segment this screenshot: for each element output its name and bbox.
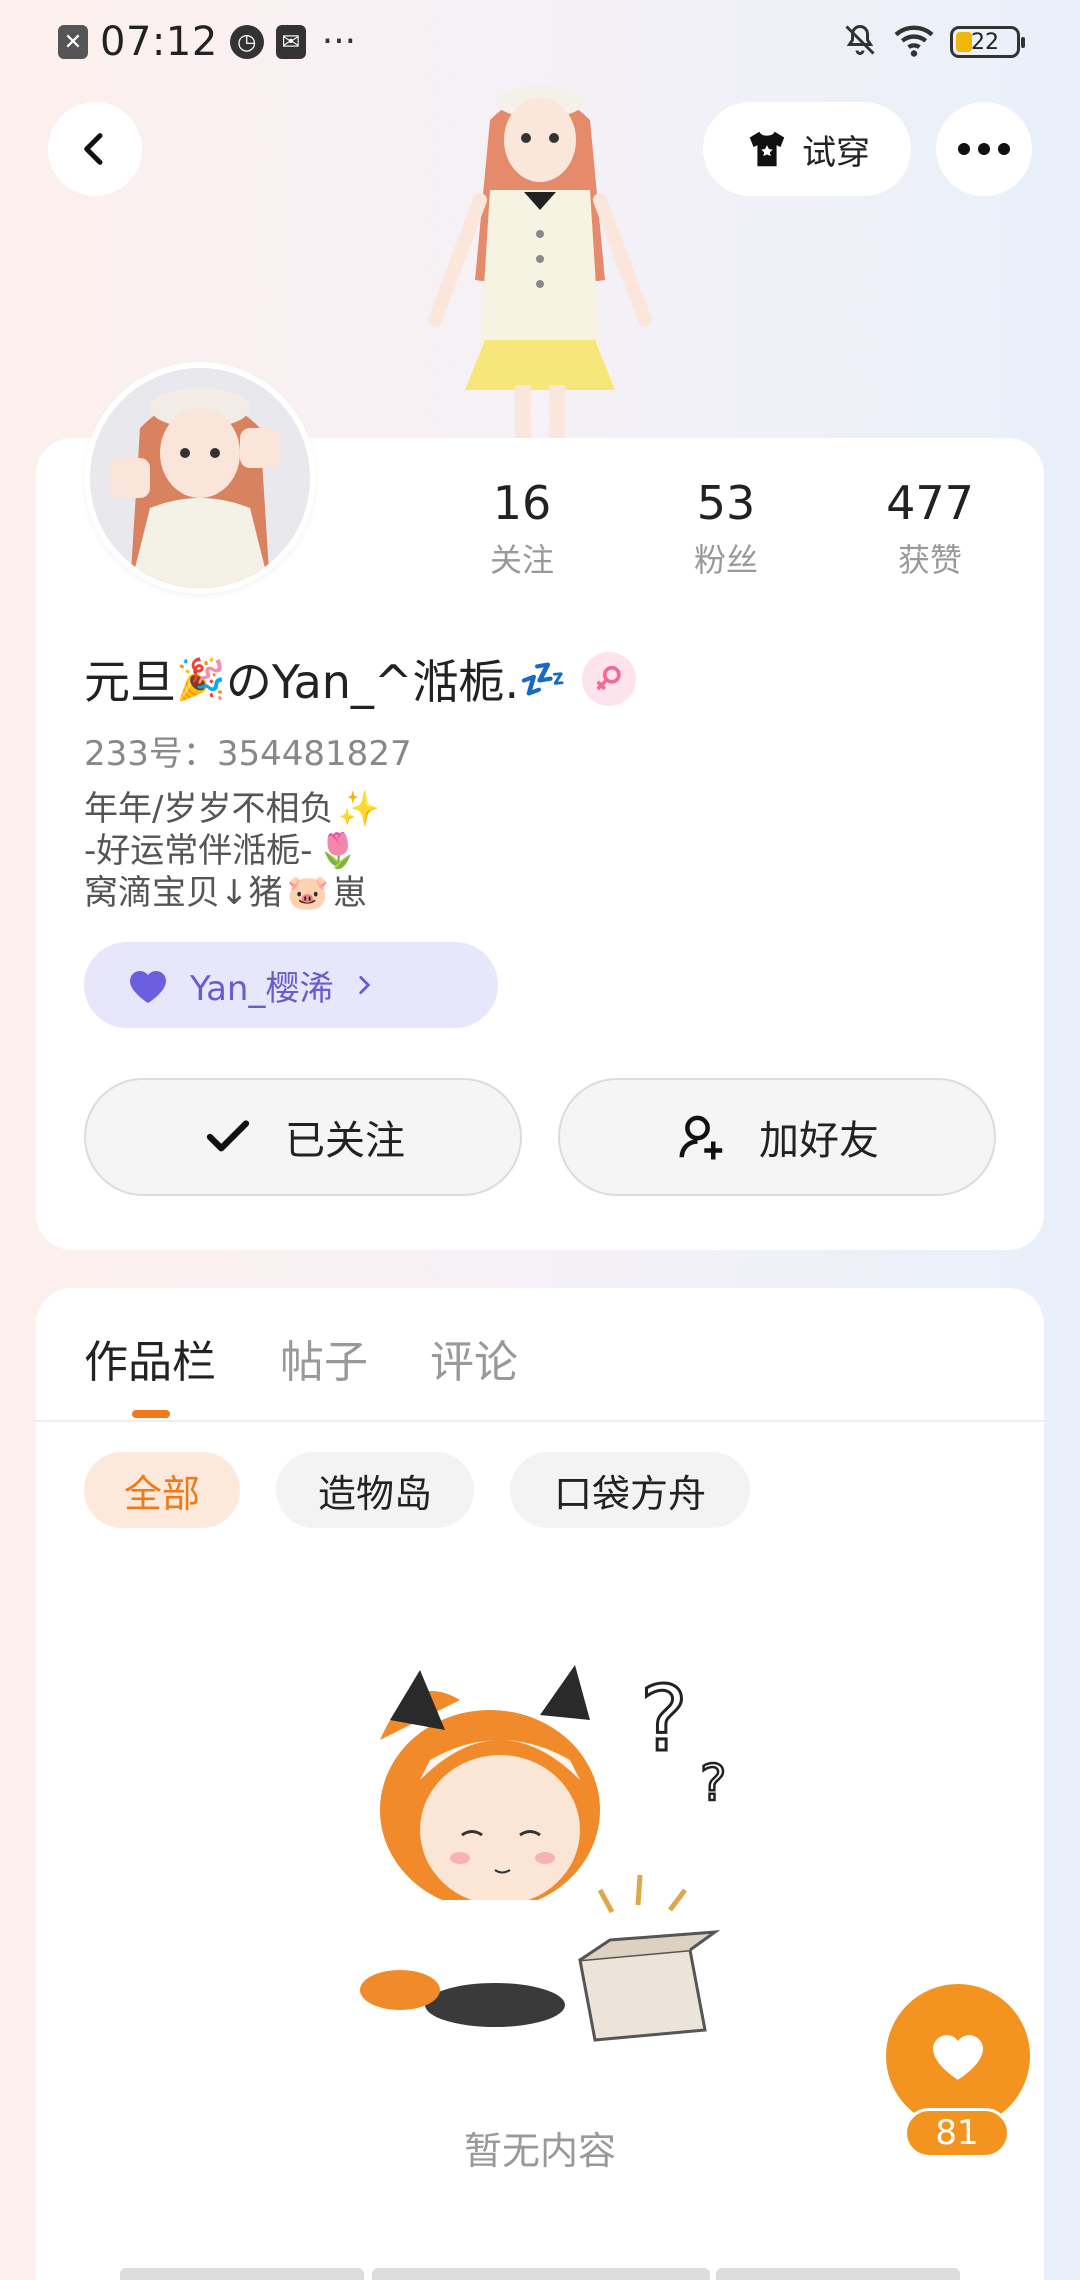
bottom-thumbnail-3 — [716, 2268, 960, 2280]
filter-chip-all[interactable]: 全部 — [84, 1452, 240, 1528]
status-time: 07:12 — [100, 19, 218, 65]
tab-posts[interactable]: 帖子 — [280, 1326, 368, 1390]
status-bar: ✕ 07:12 ◷ ✉ ··· 22 — [0, 0, 1080, 84]
more-notifications-icon: ··· — [321, 21, 357, 62]
check-icon — [206, 1120, 250, 1152]
chevron-left-icon — [84, 133, 103, 165]
likes-received-count: 477 — [886, 476, 974, 530]
battery-icon: 22 — [950, 26, 1025, 58]
group-tag-label: Yan_樱浠 — [190, 968, 334, 1009]
wifi-icon — [892, 22, 936, 62]
following-count: 16 — [492, 476, 552, 530]
followed-label: 已关注 — [285, 1118, 405, 1164]
pig-icon: 🐷 — [286, 873, 329, 913]
avatar[interactable] — [84, 362, 316, 594]
stat-likes[interactable]: 477 获赞 — [860, 478, 1000, 581]
followed-button[interactable]: 已关注 — [84, 1078, 522, 1196]
likes-received-label: 获赞 — [897, 540, 962, 579]
group-tag-button[interactable]: Yan_樱浠 — [84, 942, 498, 1028]
add-user-icon — [679, 1115, 723, 1160]
tab-works[interactable]: 作品栏 — [84, 1326, 216, 1390]
tab-indicator — [132, 1410, 170, 1418]
svg-text:?: ? — [700, 1754, 727, 1812]
username-part2: のYan_^湉栀. — [225, 655, 520, 709]
mute-icon — [842, 22, 878, 62]
add-friend-button[interactable]: 加好友 — [558, 1078, 996, 1196]
avatar-figure — [428, 86, 652, 440]
stat-fans[interactable]: 53 粉丝 — [656, 478, 796, 581]
purple-heart-icon — [130, 971, 166, 1003]
following-label: 关注 — [489, 540, 554, 579]
like-count-badge: 81 — [904, 2108, 1010, 2158]
bio: 年年/岁岁不相负 ✨ -好运常伴湉栀- 🌷 窝滴宝贝↓猪 🐷 崽 — [84, 788, 380, 914]
speed-icon: ◷ — [229, 25, 264, 59]
more-button[interactable] — [936, 102, 1032, 196]
bottom-thumbnail-1 — [120, 2268, 364, 2280]
battery-level: 22 — [971, 29, 999, 55]
avatar-image — [90, 368, 310, 588]
username: 元旦 🎉 のYan_^湉栀. 💤 — [84, 646, 637, 712]
try-on-label: 试穿 — [802, 132, 870, 173]
bio-line-3a: 窝滴宝贝↓猪 — [84, 873, 283, 913]
heart-icon — [933, 2035, 983, 2080]
add-friend-label: 加好友 — [759, 1118, 879, 1164]
tab-divider — [36, 1420, 1044, 1422]
tulip-icon: 🌷 — [316, 831, 359, 871]
svg-text:?: ? — [640, 1667, 688, 1772]
stat-following[interactable]: 16 关注 — [452, 478, 592, 581]
bottom-thumbnail-2 — [372, 2268, 710, 2280]
bio-line-2: -好运常伴湉栀- — [84, 831, 313, 871]
bio-line-3b: 崽 — [332, 873, 367, 913]
fans-count: 53 — [696, 476, 756, 530]
more-dots-icon — [958, 143, 1010, 155]
user-id: 233号：354481827 — [84, 734, 412, 774]
sparkles-icon: ✨ — [337, 789, 380, 829]
bio-line-1: 年年/岁岁不相负 — [84, 789, 334, 829]
chevron-right-icon — [359, 976, 371, 994]
female-gender-icon — [582, 652, 637, 706]
fans-label: 粉丝 — [693, 540, 758, 579]
sleep-icon: 💤 — [519, 656, 567, 701]
tab-comments[interactable]: 评论 — [430, 1326, 518, 1390]
username-part1: 元旦 — [84, 655, 176, 709]
back-button[interactable] — [48, 102, 142, 196]
empty-state-illustration: ? ? — [360, 1665, 728, 2042]
try-on-button[interactable]: 试穿 — [703, 102, 911, 196]
filter-chip-creation-island[interactable]: 造物岛 — [276, 1452, 474, 1528]
party-popper-icon: 🎉 — [176, 656, 226, 703]
filter-chip-pocket-ark[interactable]: 口袋方舟 — [510, 1452, 750, 1528]
close-notification-icon: ✕ — [58, 25, 88, 59]
shirt-icon — [749, 131, 785, 167]
mail-icon: ✉ — [275, 25, 306, 59]
like-button[interactable] — [886, 1984, 1030, 2128]
